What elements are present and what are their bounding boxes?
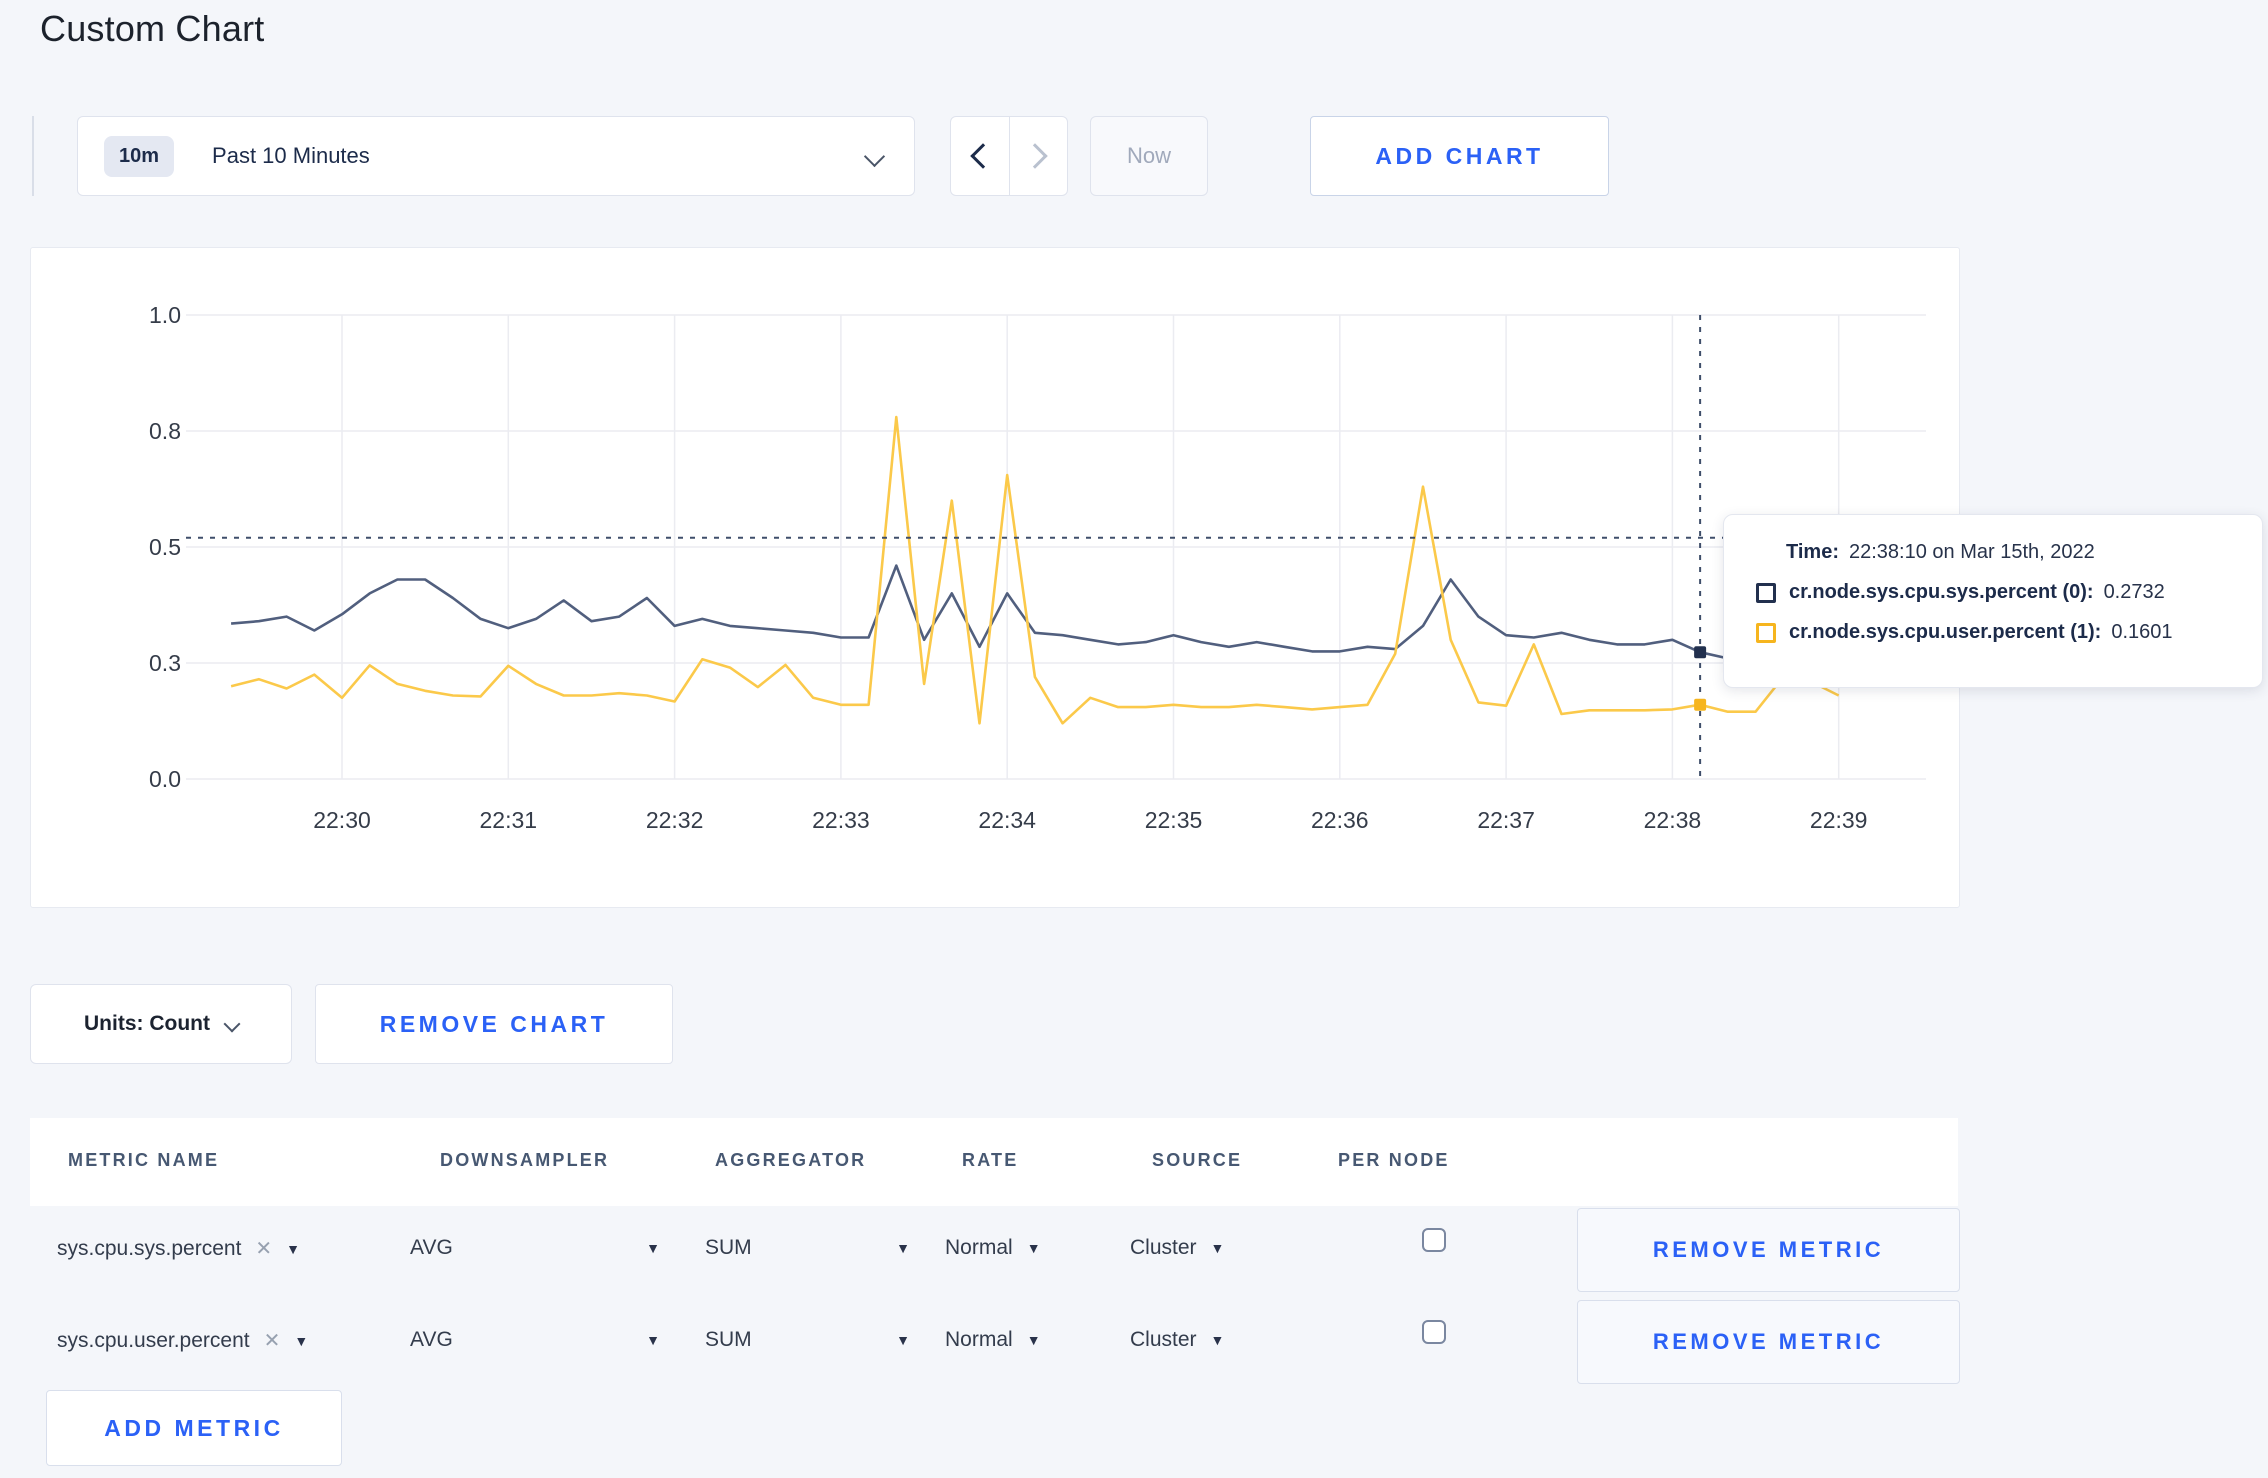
x-axis-tick-label: 22:36 <box>1311 807 1369 833</box>
metric-name-value: sys.cpu.sys.percent <box>57 1236 242 1260</box>
per-node-checkbox[interactable] <box>1422 1228 1446 1252</box>
per-node-checkbox[interactable] <box>1422 1320 1446 1344</box>
x-axis-tick-label: 22:39 <box>1810 807 1868 833</box>
y-axis-tick-label: 0.5 <box>149 534 181 560</box>
tooltip-series-user-name: cr.node.sys.cpu.user.percent (1): <box>1789 621 2102 643</box>
time-range-select[interactable]: 10m Past 10 Minutes <box>77 116 915 196</box>
rate-select[interactable]: Normal ▼ <box>945 1236 1041 1260</box>
caret-down-icon: ▼ <box>1026 1332 1041 1348</box>
chart-plot[interactable]: 0.0 0.3 0.5 0.8 1.0 22:30 22:31 22:32 22:33 22:34… <box>31 248 1957 905</box>
series-user-swatch-icon <box>1756 622 1776 643</box>
caret-down-icon: ▼ <box>1210 1332 1225 1348</box>
y-axis-tick-label: 0.0 <box>149 766 181 792</box>
metrics-table-header: METRIC NAME DOWNSAMPLER AGGREGATOR RATE … <box>30 1118 1958 1206</box>
toolbar-divider <box>32 116 34 196</box>
y-axis-tick-label: 1.0 <box>149 302 181 328</box>
time-nav-control <box>950 116 1068 196</box>
aggregator-value: SUM <box>705 1328 752 1351</box>
column-per-node: PER NODE <box>1338 1150 1450 1170</box>
metric-name-select[interactable]: sys.cpu.sys.percent ✕ ▼ <box>57 1236 300 1261</box>
add-metric-button[interactable]: ADD METRIC <box>46 1390 342 1466</box>
clear-metric-icon[interactable]: ✕ <box>264 1328 281 1353</box>
caret-down-icon: ▼ <box>646 1332 660 1348</box>
column-aggregator: AGGREGATOR <box>715 1150 867 1170</box>
rate-select[interactable]: Normal ▼ <box>945 1328 1041 1352</box>
metric-name-select[interactable]: sys.cpu.user.percent ✕ ▼ <box>57 1328 308 1353</box>
column-metric-name: METRIC NAME <box>68 1150 220 1170</box>
add-chart-button[interactable]: ADD CHART <box>1310 116 1609 196</box>
now-button[interactable]: Now <box>1090 116 1208 196</box>
rate-value: Normal <box>945 1236 1013 1259</box>
caret-down-icon: ▼ <box>286 1240 301 1257</box>
chevron-down-icon <box>863 145 886 168</box>
x-axis-tick-label: 22:32 <box>646 807 704 833</box>
x-axis-tick-label: 22:30 <box>313 807 371 833</box>
aggregator-select[interactable]: SUM ▼ <box>705 1328 910 1352</box>
downsampler-select[interactable]: AVG ▼ <box>410 1328 660 1352</box>
rate-value: Normal <box>945 1328 1013 1351</box>
y-axis-tick-label: 0.3 <box>149 650 181 676</box>
downsampler-value: AVG <box>410 1328 453 1351</box>
chart-line-series <box>230 415 1840 725</box>
tooltip-time-label: Time: <box>1786 541 1839 563</box>
aggregator-select[interactable]: SUM ▼ <box>705 1236 910 1260</box>
source-select[interactable]: Cluster ▼ <box>1130 1236 1224 1260</box>
crosshair-point-marker <box>1694 698 1707 711</box>
crosshair-point-marker <box>1694 646 1707 659</box>
tooltip-series-sys-name: cr.node.sys.cpu.sys.percent (0): <box>1789 581 2094 603</box>
x-axis-tick-label: 22:34 <box>978 807 1036 833</box>
series-sys-swatch-icon <box>1756 582 1776 603</box>
metric-name-value: sys.cpu.user.percent <box>57 1328 250 1352</box>
x-axis-tick-label: 22:37 <box>1477 807 1535 833</box>
column-source: SOURCE <box>1152 1150 1243 1170</box>
x-axis-tick-label: 22:38 <box>1644 807 1702 833</box>
source-value: Cluster <box>1130 1236 1197 1259</box>
x-axis-tick-label: 22:31 <box>480 807 538 833</box>
remove-metric-button[interactable]: REMOVE METRIC <box>1577 1208 1960 1292</box>
caret-down-icon: ▼ <box>1210 1240 1225 1256</box>
units-select[interactable]: Units: Count <box>30 984 292 1064</box>
column-downsampler: DOWNSAMPLER <box>440 1150 610 1170</box>
chart-line-series <box>230 564 1729 660</box>
remove-chart-button[interactable]: REMOVE CHART <box>315 984 673 1064</box>
caret-down-icon: ▼ <box>896 1240 910 1256</box>
remove-metric-button[interactable]: REMOVE METRIC <box>1577 1300 1960 1384</box>
tooltip-series-sys-value: 0.2732 <box>2103 581 2165 603</box>
x-axis-tick-label: 22:33 <box>812 807 870 833</box>
aggregator-value: SUM <box>705 1236 752 1259</box>
tooltip-series-user-value: 0.1601 <box>2111 621 2173 643</box>
column-rate: RATE <box>962 1150 1019 1170</box>
chevron-right-icon <box>1022 143 1048 169</box>
tooltip-time-value: 22:38:10 on Mar 15th, 2022 <box>1848 541 2095 563</box>
next-time-button[interactable] <box>1008 117 1068 195</box>
units-label: Units: Count <box>84 1012 210 1035</box>
x-axis-tick-label: 22:35 <box>1145 807 1203 833</box>
downsampler-select[interactable]: AVG ▼ <box>410 1236 660 1260</box>
prev-time-button[interactable] <box>951 117 1009 195</box>
page-title: Custom Chart <box>40 8 265 49</box>
source-select[interactable]: Cluster ▼ <box>1130 1328 1224 1352</box>
caret-down-icon: ▼ <box>294 1332 309 1349</box>
source-value: Cluster <box>1130 1328 1197 1351</box>
clear-metric-icon[interactable]: ✕ <box>255 1236 272 1261</box>
chart-card: 0.0 0.3 0.5 0.8 1.0 22:30 22:31 22:32 22:33 22:34… <box>30 247 1960 908</box>
chevron-down-icon <box>223 1015 241 1033</box>
downsampler-value: AVG <box>410 1236 453 1259</box>
time-range-label: Past 10 Minutes <box>212 143 370 168</box>
time-range-badge: 10m <box>104 135 175 177</box>
caret-down-icon: ▼ <box>896 1332 910 1348</box>
y-axis-tick-label: 0.8 <box>149 418 181 444</box>
caret-down-icon: ▼ <box>1026 1240 1041 1256</box>
caret-down-icon: ▼ <box>646 1240 660 1256</box>
chart-tooltip: Time: 22:38:10 on Mar 15th, 2022 cr.node… <box>1723 514 2263 688</box>
chevron-left-icon <box>970 143 996 169</box>
